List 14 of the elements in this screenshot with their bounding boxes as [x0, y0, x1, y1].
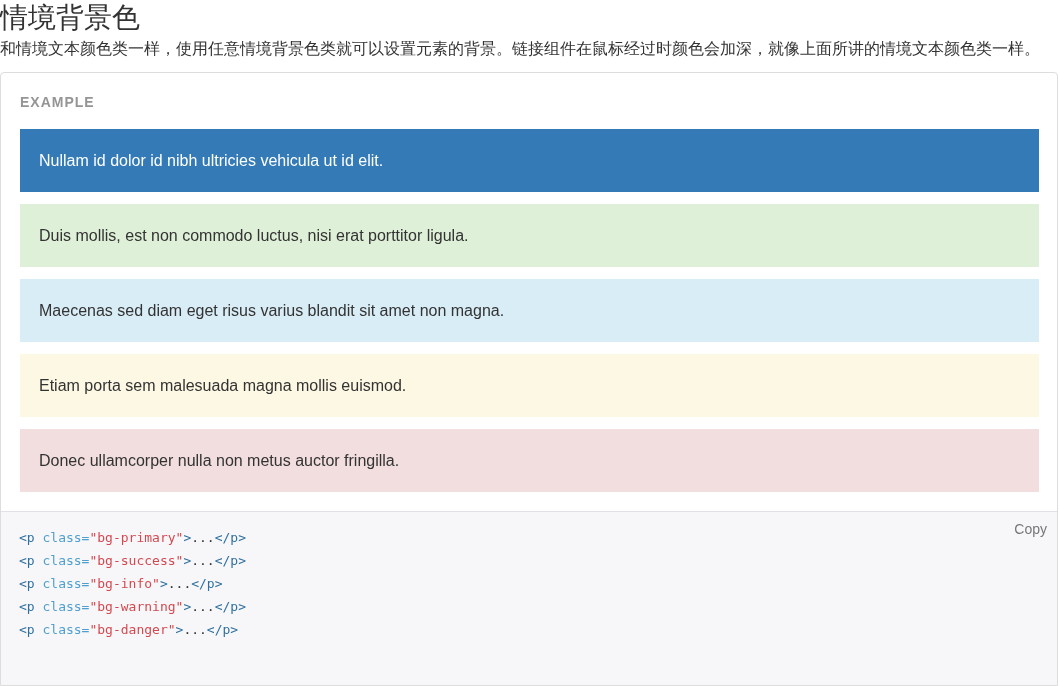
code-line: <p class="bg-info">...</p>: [19, 575, 223, 593]
background-sample: Maecenas sed diam eget risus varius blandit sit amet non magna.: [20, 279, 1039, 342]
page-title: 情境背景色: [0, 1, 141, 35]
background-sample: Donec ullamcorper nulla non metus auctor fringilla.: [20, 429, 1039, 492]
code-line: <p class="bg-success">...</p>: [19, 552, 246, 570]
description-text: 和情境文本颜色类一样，使用任意情境背景色类就可以设置元素的背景。链接组件在鼠标经过时颜色会加深，就像上面所讲的情境文本颜色类一样。: [0, 39, 1041, 59]
code-line: <p class="bg-danger">...</p>: [19, 621, 239, 639]
background-sample: Nullam id dolor id nibh ultricies vehicula ut id elit.: [20, 129, 1039, 192]
background-sample: Etiam porta sem malesuada magna mollis euismod.: [20, 354, 1039, 417]
copy-button[interactable]: Copy: [1012, 519, 1049, 539]
code-line: <p class="bg-warning">...</p>: [19, 598, 246, 616]
background-sample: Duis mollis, est non commodo luctus, nisi erat porttitor ligula.: [20, 204, 1039, 267]
code-line: <p class="bg-primary">...</p>: [19, 529, 246, 547]
example-label: EXAMPLE: [20, 93, 96, 111]
